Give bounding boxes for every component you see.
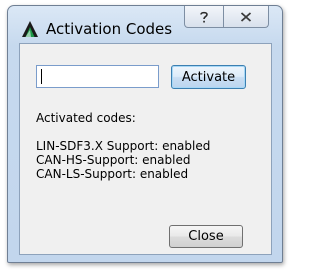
close-button[interactable]: Close: [169, 225, 243, 248]
activation-codes-dialog: Activation Codes Activate Activated code…: [7, 5, 283, 263]
activated-code-item: CAN-HS-Support: enabled: [36, 153, 191, 167]
activated-code-item: LIN-SDF3.X Support: enabled: [36, 139, 211, 153]
dialog-body: Activate Activated codes: LIN-SDF3.X Sup…: [19, 43, 272, 255]
help-button[interactable]: [184, 6, 224, 28]
activated-code-item: CAN-LS-Support: enabled: [36, 167, 189, 181]
triangle-logo-icon: [22, 21, 38, 37]
activate-button[interactable]: Activate: [171, 65, 246, 89]
window-close-button[interactable]: [223, 6, 269, 28]
activation-code-input[interactable]: [36, 65, 159, 88]
question-mark-icon: [200, 11, 208, 22]
close-icon: [240, 11, 252, 22]
text-cursor: [41, 69, 42, 84]
title-bar[interactable]: Activation Codes: [8, 6, 282, 40]
activated-codes-heading: Activated codes:: [36, 111, 136, 125]
activated-codes-list: LIN-SDF3.X Support: enabled CAN-HS-Suppo…: [36, 139, 210, 181]
window-title: Activation Codes: [46, 20, 173, 38]
